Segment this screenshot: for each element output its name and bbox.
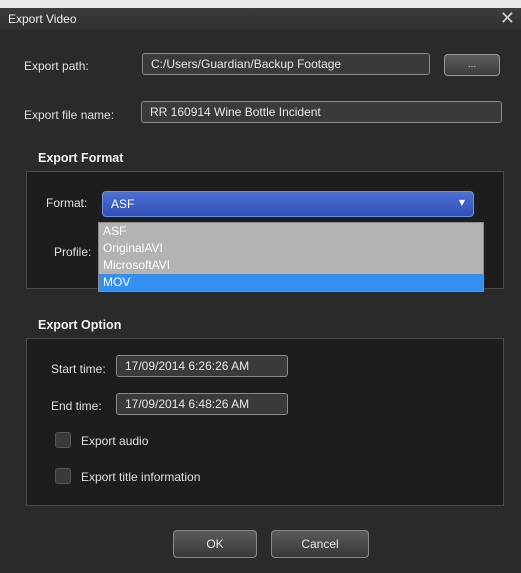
export-title-checkbox[interactable]	[55, 468, 71, 484]
export-path-input[interactable]: C:/Users/Guardian/Backup Footage	[142, 53, 430, 75]
start-time-input[interactable]: 17/09/2014 6:26:26 AM	[116, 355, 288, 377]
chevron-down-icon: ▼	[458, 198, 465, 207]
end-time-input[interactable]: 17/09/2014 6:48:26 AM	[116, 393, 288, 415]
export-file-name-input[interactable]: RR 160914 Wine Bottle Incident	[141, 101, 502, 123]
close-icon[interactable]: ✕	[500, 8, 515, 29]
profile-label: Profile:	[54, 245, 92, 259]
format-option-microsoftavi[interactable]: MicrosoftAVI	[99, 257, 483, 274]
window-title: Export Video	[8, 12, 77, 26]
format-option-originalavi[interactable]: OriginalAVI	[99, 240, 483, 257]
format-option-asf[interactable]: ASF	[99, 223, 483, 240]
start-time-label: Start time:	[51, 362, 106, 376]
export-option-title: Export Option	[38, 318, 122, 332]
export-file-name-label: Export file name:	[24, 108, 115, 122]
title-bar[interactable]: Export Video ✕	[0, 8, 521, 30]
export-title-label: Export title information	[81, 470, 201, 484]
browse-button[interactable]: ...	[444, 54, 500, 76]
export-format-title: Export Format	[38, 151, 124, 165]
export-audio-checkbox[interactable]	[55, 432, 71, 448]
format-select[interactable]: ASF ▼	[102, 191, 474, 217]
ok-button[interactable]: OK	[173, 530, 257, 558]
format-label: Format:	[46, 196, 88, 210]
format-option-mov[interactable]: MOV	[99, 274, 483, 291]
cancel-button[interactable]: Cancel	[271, 530, 369, 558]
export-video-dialog: Export Video ✕ Export path: C:/Users/Gua…	[0, 0, 521, 573]
end-time-label: End time:	[51, 399, 102, 413]
format-dropdown-list: ASF OriginalAVI MicrosoftAVI MOV	[98, 222, 484, 292]
top-strip	[0, 0, 521, 8]
export-audio-label: Export audio	[81, 434, 149, 448]
export-path-label: Export path:	[24, 59, 89, 73]
format-select-value: ASF	[111, 197, 135, 211]
